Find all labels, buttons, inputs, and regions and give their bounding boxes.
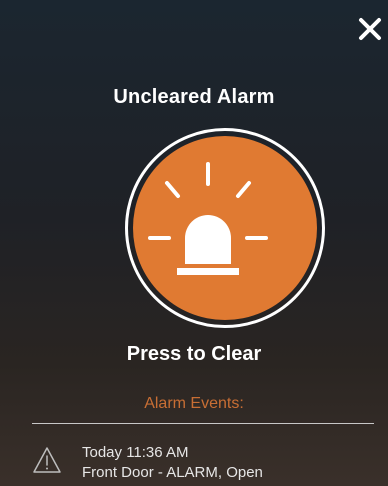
alarm-circle bbox=[133, 136, 317, 320]
close-button[interactable] bbox=[356, 14, 384, 44]
alarm-events-header: Alarm Events: bbox=[144, 395, 244, 412]
close-icon bbox=[359, 18, 381, 40]
divider bbox=[32, 423, 374, 424]
dialog-title: Uncleared Alarm bbox=[113, 86, 275, 108]
warning-icon bbox=[33, 447, 61, 473]
clear-alarm-button[interactable] bbox=[125, 128, 325, 328]
event-time: Today 11:36 AM bbox=[82, 444, 189, 461]
siren-icon bbox=[148, 162, 268, 275]
event-description: Front Door - ALARM, Open bbox=[82, 464, 263, 481]
alarm-event-item[interactable]: Today 11:36 AM Front Door - ALARM, Open bbox=[32, 438, 372, 486]
press-to-clear-label: Press to Clear bbox=[126, 343, 262, 365]
